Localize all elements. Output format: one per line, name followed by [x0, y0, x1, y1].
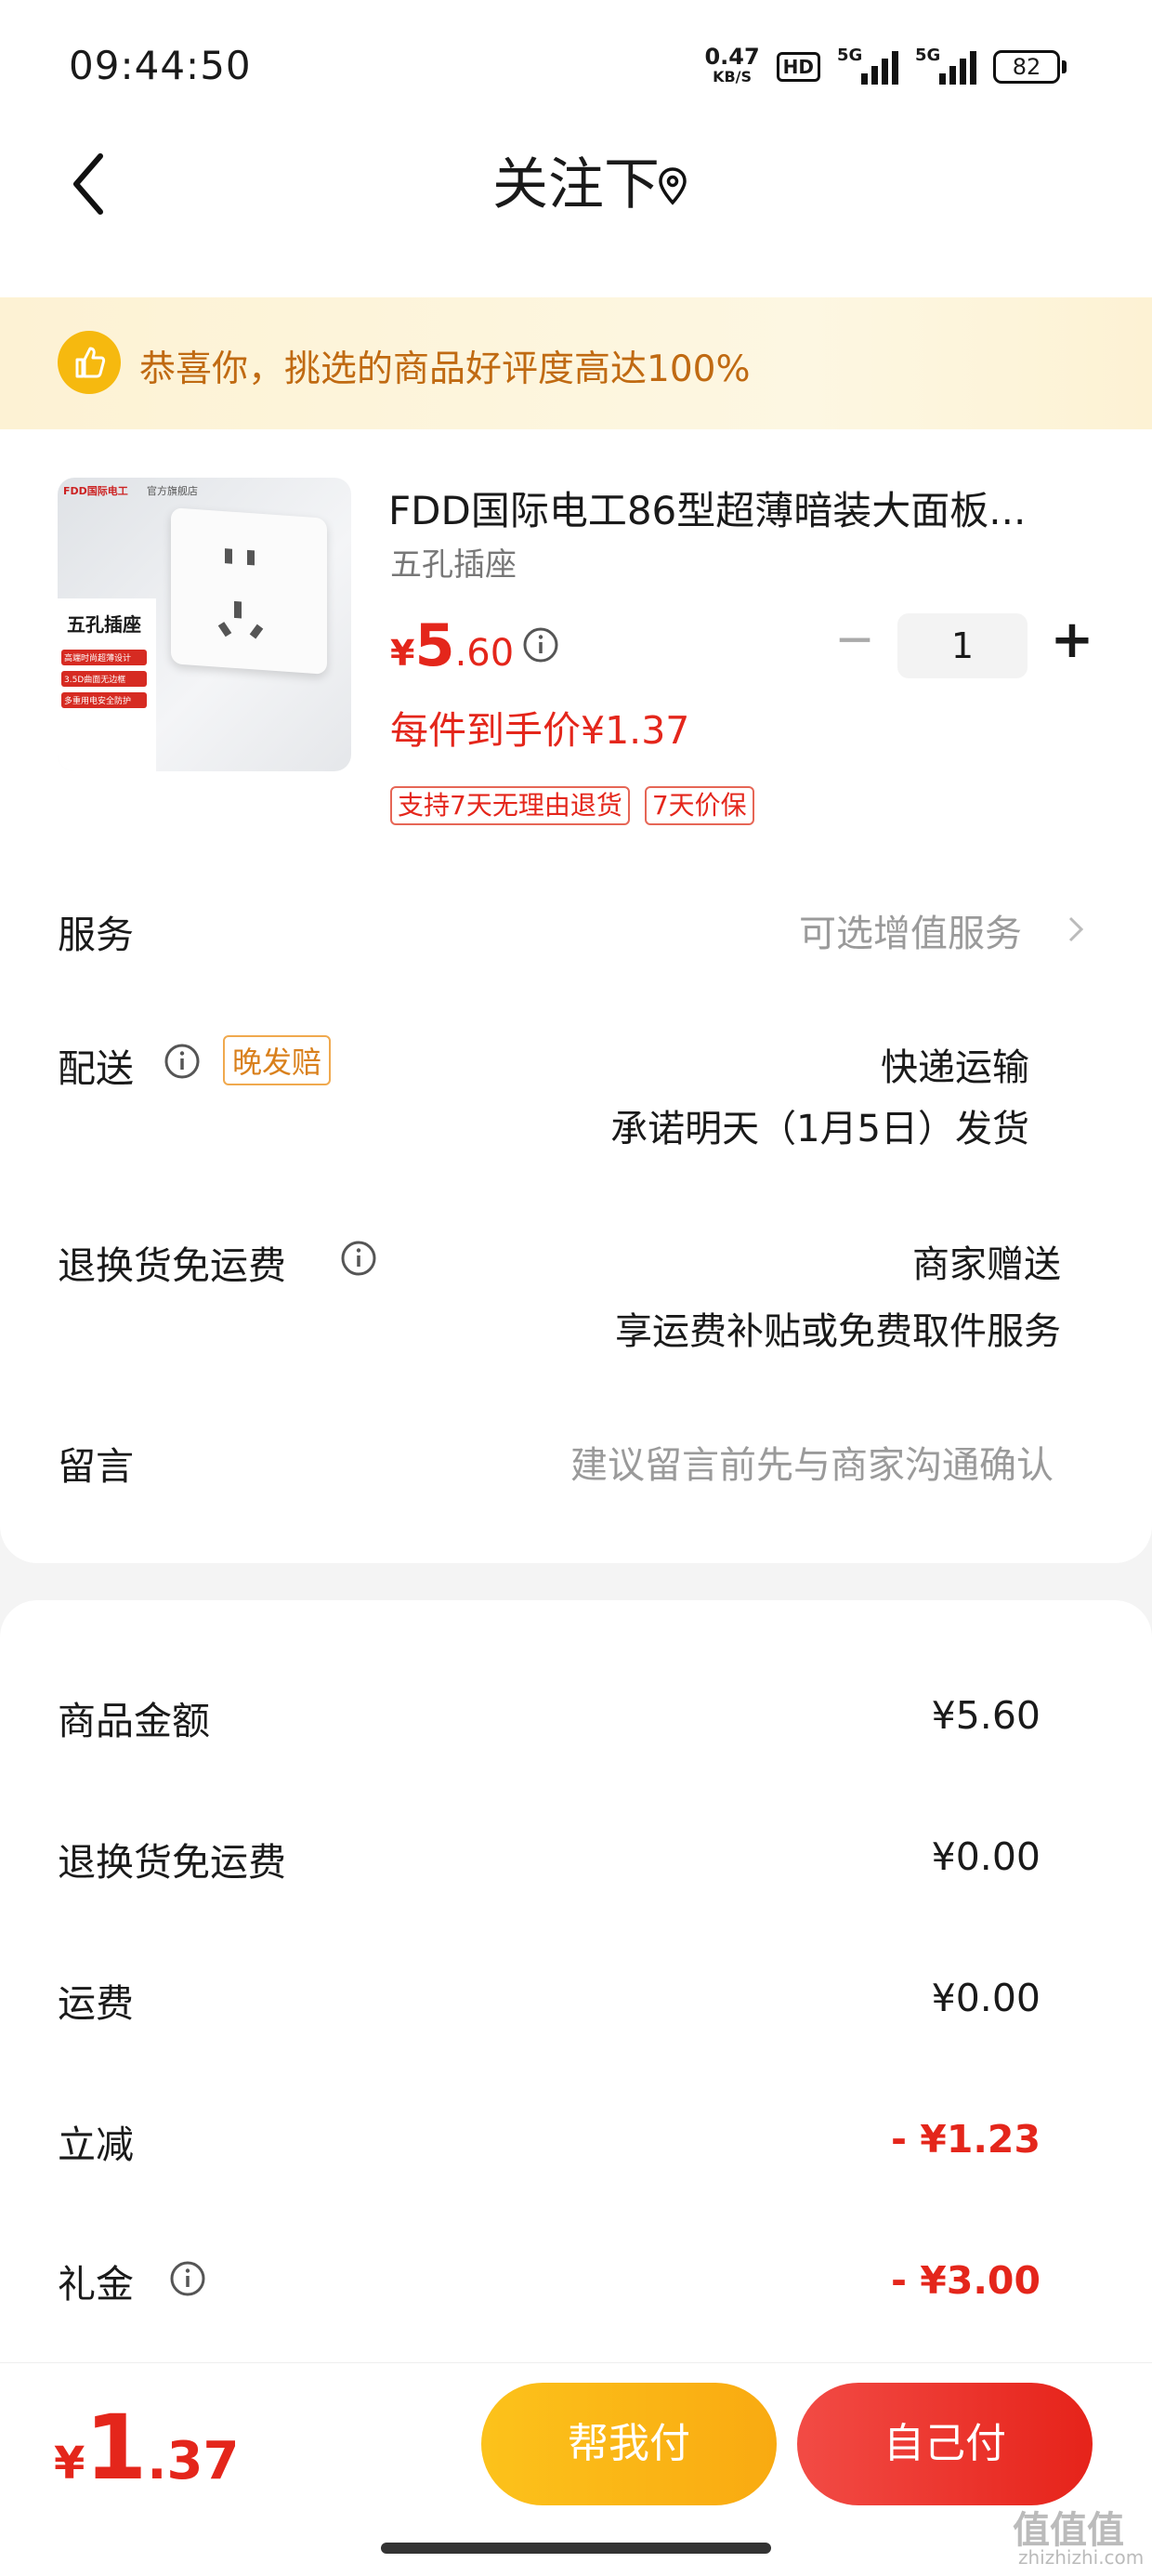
per-item-price: 每件到手价¥1.37 [390, 708, 690, 753]
delivery-method: 快递运输 [881, 1046, 1029, 1089]
quantity-decrease-button[interactable]: − [831, 613, 878, 669]
product-image-brand: FDD国际电工 [63, 485, 128, 497]
service-label: 服务 [58, 913, 134, 957]
tag-price-protect: 7天价保 [644, 786, 754, 825]
info-icon[interactable] [164, 1043, 201, 1080]
total-integer: 1 [85, 2396, 148, 2500]
home-indicator[interactable] [381, 2543, 771, 2554]
location-pin-icon[interactable] [656, 165, 689, 206]
page-title: 关注下 [492, 152, 660, 217]
return-freight-value: 商家赠送 [912, 1243, 1061, 1286]
delivery-label: 配送 [58, 1046, 134, 1091]
summary-label: 立减 [58, 2123, 134, 2167]
late-compensation-badge[interactable]: 晚发赔 [223, 1035, 332, 1085]
summary-label: 运费 [58, 1981, 134, 2026]
product-image-store: 官方旗舰店 [147, 485, 198, 497]
info-icon[interactable] [522, 626, 559, 664]
hd-voice-icon: HD [776, 52, 820, 82]
watermark-url: zhizhizhi.com [1018, 2546, 1145, 2569]
summary-gift-value: - ¥3.00 [891, 2258, 1041, 2303]
signal-label-2: 5G [915, 46, 941, 65]
status-time: 09:44:50 [69, 43, 252, 88]
summary-value: ¥5.60 [931, 1693, 1041, 1738]
message-input[interactable]: 建议留言前先与商家沟通确认 [570, 1435, 1054, 1489]
summary-label: 退换货免运费 [58, 1840, 286, 1885]
product-image-title: 五孔插座 [67, 613, 141, 636]
info-icon[interactable] [169, 2260, 206, 2297]
message-label: 留言 [58, 1444, 134, 1489]
thumbs-up-icon [58, 331, 121, 394]
product-image-feature: 多重用电安全防护 [61, 692, 147, 708]
praise-banner-text: 恭喜你，挑选的商品好评度高达100% [139, 348, 751, 390]
product-tags: 支持7天无理由退货 7天价保 [390, 786, 754, 825]
product-image-feature: 3.5D曲面无边框 [61, 671, 147, 687]
return-freight-desc: 享运费补贴或免费取件服务 [615, 1310, 1061, 1353]
total-currency: ¥ [54, 2438, 85, 2490]
return-freight-label: 退换货免运费 [58, 1243, 286, 1288]
product-spec[interactable]: 五孔插座 [390, 539, 517, 585]
product-name[interactable]: FDD国际电工86型超薄暗装大面板... [388, 480, 1076, 536]
net-speed-unit: KB/S [713, 68, 753, 85]
signal-label-1: 5G [837, 46, 863, 65]
product-price: ¥ 5 .60 [390, 611, 514, 679]
summary-label: 礼金 [58, 2262, 134, 2307]
summary-discount-value: - ¥1.23 [891, 2117, 1041, 2162]
product-image-feature: 高端时尚超薄设计 [61, 650, 147, 665]
delivery-promise: 承诺明天（1月5日）发货 [610, 1108, 1029, 1150]
net-speed: 0.47 KB/S [704, 46, 759, 87]
quantity-increase-button[interactable]: + [1044, 613, 1100, 669]
signal-icon-2: 5G [915, 46, 976, 85]
summary-value: ¥0.00 [931, 1976, 1041, 2020]
help-pay-button[interactable]: 帮我付 [481, 2383, 777, 2505]
socket-panel [171, 507, 327, 675]
quantity-field[interactable]: 1 [897, 613, 1028, 678]
net-speed-value: 0.47 [704, 44, 760, 70]
battery-icon: 82 [993, 50, 1067, 84]
summary-value: ¥0.00 [931, 1834, 1041, 1879]
chevron-right-icon[interactable] [1065, 911, 1087, 948]
price-decimal: .60 [454, 632, 515, 675]
info-icon[interactable] [340, 1240, 377, 1277]
total-decimal: .37 [147, 2431, 240, 2491]
product-image-sidebar: 五孔插座 高端时尚超薄设计 3.5D曲面无边框 多重用电安全防护 [58, 598, 156, 771]
price-integer: 5 [414, 611, 455, 679]
price-currency: ¥ [390, 633, 415, 674]
tag-return-policy: 支持7天无理由退货 [390, 786, 630, 825]
self-pay-button[interactable]: 自己付 [797, 2383, 1093, 2505]
service-value[interactable]: 可选增值服务 [799, 903, 1022, 957]
battery-level: 82 [993, 50, 1060, 84]
total-price: ¥ 1 .37 [54, 2396, 239, 2500]
product-image[interactable]: FDD国际电工 官方旗舰店 五孔插座 高端时尚超薄设计 3.5D曲面无边框 多重… [58, 478, 351, 771]
signal-icon-1: 5G [837, 46, 898, 85]
status-icons: 0.47 KB/S HD 5G 5G 82 [704, 46, 1067, 87]
summary-label: 商品金额 [58, 1699, 210, 1743]
